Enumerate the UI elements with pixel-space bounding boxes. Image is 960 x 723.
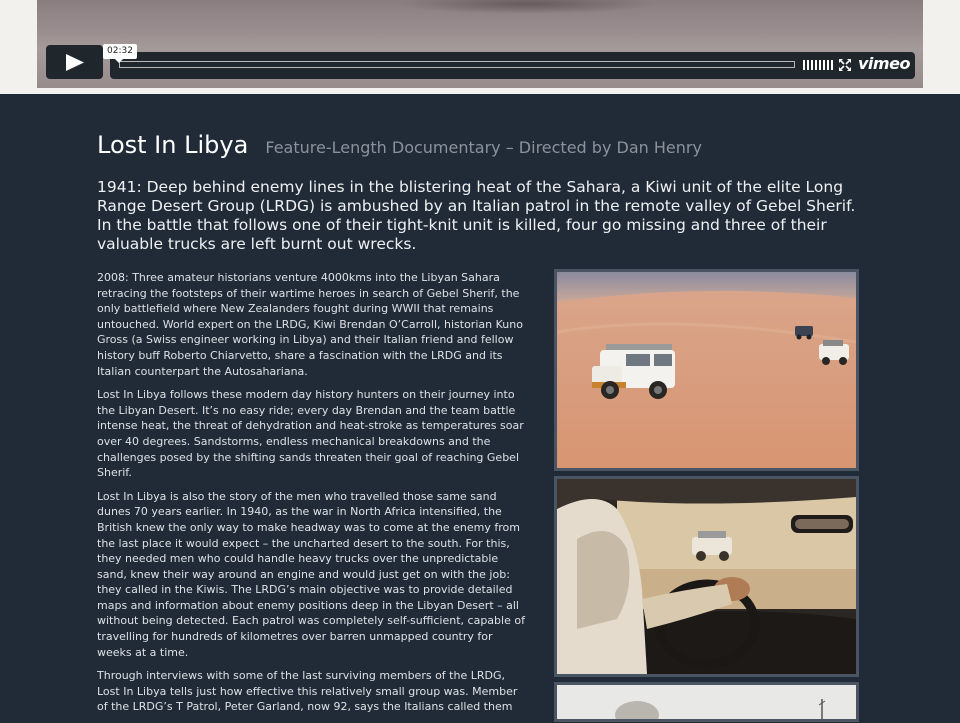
video-section: vimeo 02:32 xyxy=(0,0,960,94)
article-body: 2008: Three amateur historians venture 4… xyxy=(97,270,525,723)
photo-desert-convoy[interactable] xyxy=(554,269,859,471)
body-paragraph: Lost In Libya follows these modern day h… xyxy=(97,388,524,480)
title-row: Lost In Libya Feature-Length Documentary… xyxy=(97,131,702,159)
lead-paragraph: 1941: Deep behind enemy lines in the bli… xyxy=(97,178,856,253)
player-controls: vimeo xyxy=(110,52,915,79)
video-player[interactable]: vimeo 02:32 xyxy=(37,0,923,88)
page-title: Lost In Libya xyxy=(97,131,249,159)
vimeo-logo[interactable]: vimeo xyxy=(858,54,910,73)
page-subtitle: Feature-Length Documentary – Directed by… xyxy=(265,138,702,157)
play-icon xyxy=(66,54,84,71)
video-frame-image xyxy=(397,0,657,14)
time-tooltip: 02:32 xyxy=(103,44,137,63)
body-paragraph: Through interviews with some of the last… xyxy=(97,669,518,714)
progress-bar[interactable] xyxy=(119,61,795,68)
play-button[interactable] xyxy=(46,45,103,79)
body-paragraph: 2008: Three amateur historians venture 4… xyxy=(97,271,523,378)
volume-icon[interactable] xyxy=(803,60,833,70)
fullscreen-icon[interactable] xyxy=(839,59,851,71)
photo-driver-interior[interactable] xyxy=(554,476,859,677)
photo-third[interactable] xyxy=(554,682,859,722)
body-paragraph: Lost In Libya is also the story of the m… xyxy=(97,489,525,659)
